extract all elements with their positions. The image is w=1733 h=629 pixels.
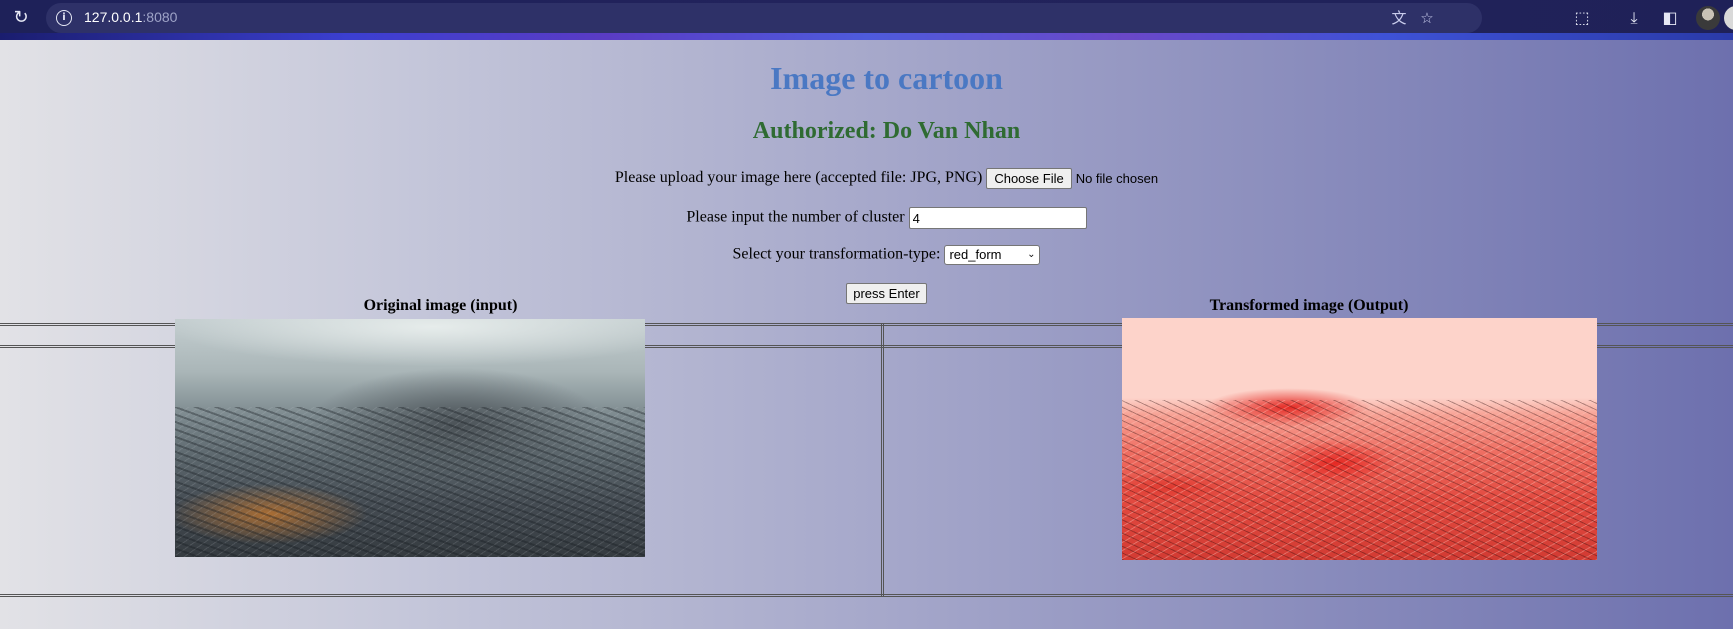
reload-icon[interactable]: ↻: [8, 5, 34, 31]
original-image: [175, 319, 645, 557]
translate-icon[interactable]: 文: [1389, 8, 1409, 28]
chevron-down-icon: ⌄: [1027, 249, 1036, 260]
table-column-divider: [881, 323, 884, 597]
cluster-row: Please input the number of cluster: [0, 207, 1733, 229]
transform-selected-value: red_form: [949, 247, 1002, 262]
author-heading: Authorized: Do Van Nhan: [752, 118, 1021, 144]
url-text[interactable]: 127.0.0.1:8080: [84, 9, 177, 25]
avatar[interactable]: [1696, 6, 1720, 30]
avatar-extra[interactable]: [1724, 6, 1733, 30]
table-border-bottom: [0, 594, 1733, 597]
url-port: :8080: [142, 9, 178, 25]
choose-file-button[interactable]: Choose File: [986, 168, 1072, 189]
page-content: Image to cartoon Authorized: Do Van Nhan…: [0, 40, 1733, 629]
side-panel-icon[interactable]: ◧: [1658, 6, 1682, 30]
page-title: Image to cartoon: [770, 60, 1003, 96]
browser-toolbar: ↻ i 127.0.0.1:8080 文 ☆ ⬚ ⤓ ◧: [0, 0, 1733, 40]
info-icon[interactable]: i: [56, 10, 72, 26]
upload-row: Please upload your image here (accepted …: [0, 168, 1733, 189]
transformed-header: Transformed image (Output): [1209, 297, 1409, 314]
toolbar-glow: [0, 33, 1733, 40]
transform-row: Select your transformation-type: red_for…: [0, 245, 1733, 265]
upload-label: Please upload your image here (accepted …: [614, 169, 983, 187]
url-host: 127.0.0.1: [84, 9, 143, 25]
star-icon[interactable]: ☆: [1417, 8, 1437, 28]
transform-select[interactable]: red_form ⌄: [944, 245, 1041, 265]
original-header: Original image (input): [363, 297, 518, 314]
cluster-label: Please input the number of cluster: [686, 208, 905, 226]
transformed-image: [1122, 318, 1597, 560]
file-status: No file chosen: [1075, 171, 1159, 186]
puzzle-icon[interactable]: ⬚: [1570, 6, 1594, 30]
transform-label: Select your transformation-type:: [732, 245, 941, 263]
cluster-input[interactable]: [908, 207, 1087, 229]
download-icon[interactable]: ⤓: [1622, 6, 1646, 30]
address-bar[interactable]: i 127.0.0.1:8080 文 ☆: [46, 3, 1482, 33]
